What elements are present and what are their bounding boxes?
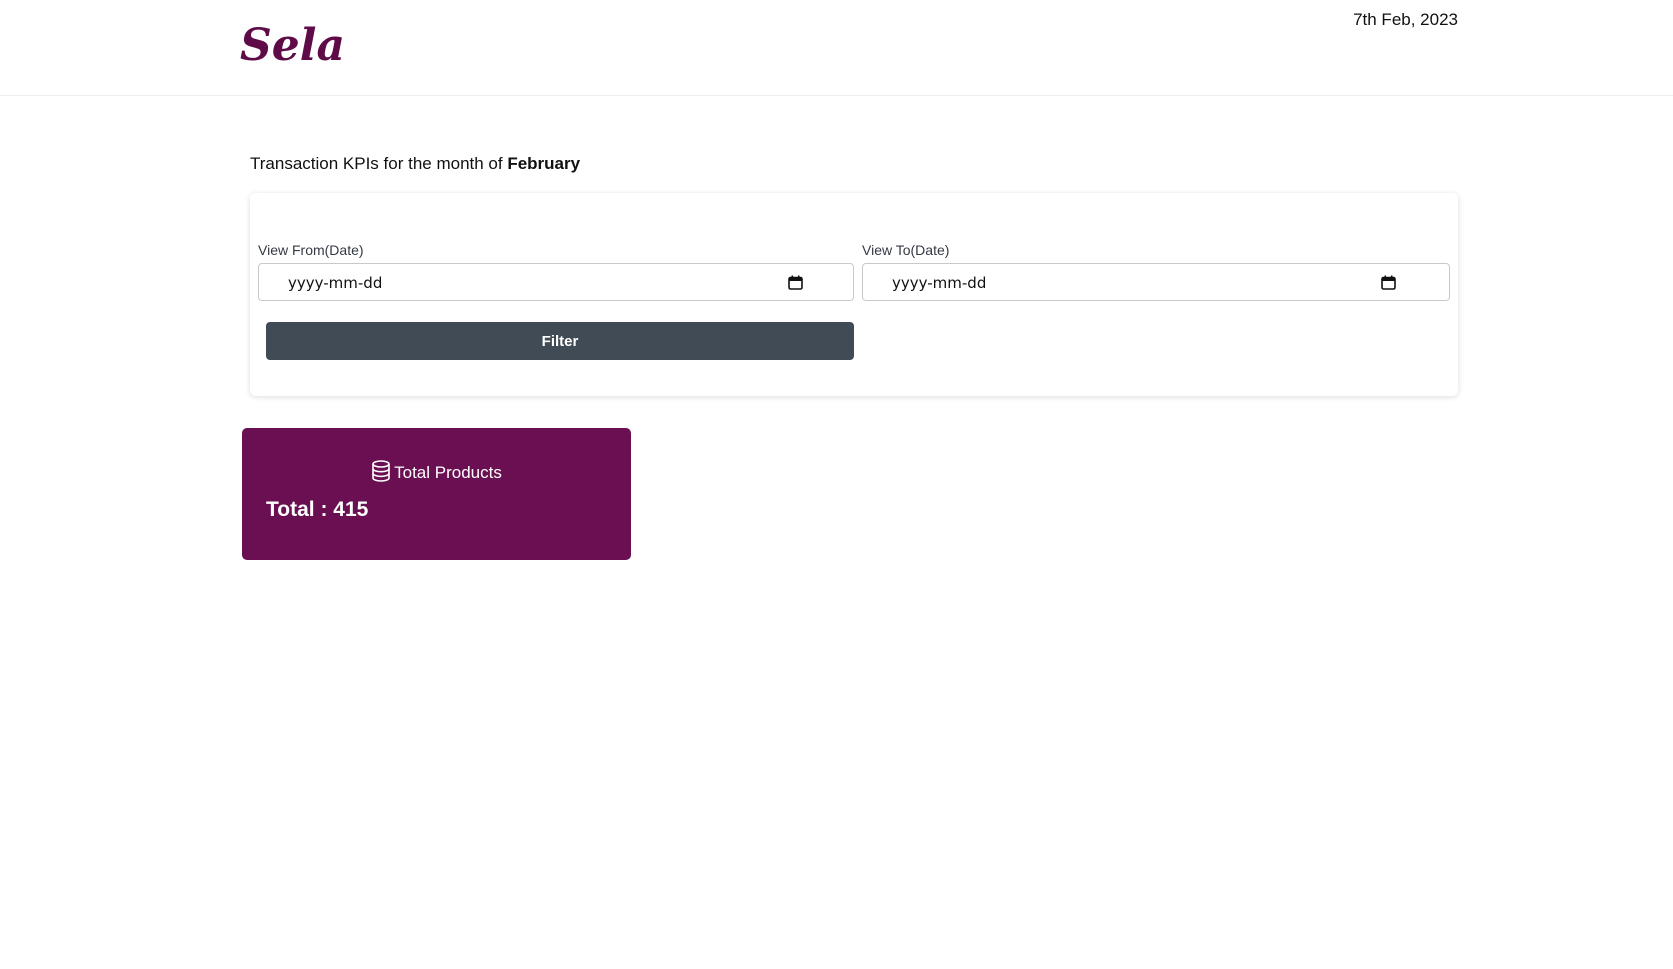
top-header: Selar 7th Feb, 2023 — [0, 0, 1673, 96]
filter-button[interactable]: Filter — [266, 322, 854, 360]
total-products-value: Total : 415 — [266, 498, 369, 521]
header-date: 7th Feb, 2023 — [1353, 10, 1458, 29]
selar-logo[interactable]: Selar — [240, 20, 344, 70]
view-from-date-value: yyyy-mm-dd — [288, 274, 383, 292]
total-products-title: Total Products — [394, 463, 502, 482]
calendar-icon[interactable] — [1381, 275, 1396, 290]
view-to-date-input[interactable]: yyyy-mm-dd — [862, 263, 1450, 301]
kpi-heading-month: February — [507, 154, 581, 173]
total-products-card: Total Products Total : 415 — [242, 428, 631, 560]
view-from-date-input[interactable]: yyyy-mm-dd — [258, 263, 854, 301]
view-to-label: View To(Date) — [862, 242, 950, 258]
kpi-heading-prefix: Transaction KPIs for the month of — [250, 154, 508, 173]
calendar-icon[interactable] — [788, 275, 803, 290]
view-from-label: View From(Date) — [258, 242, 364, 258]
total-products-title-row: Total Products — [242, 460, 631, 483]
logo-wordmark: Selar — [240, 20, 344, 70]
date-filter-card: View From(Date) yyyy-mm-dd View To(Date)… — [250, 193, 1458, 396]
database-icon — [372, 460, 390, 482]
view-to-date-value: yyyy-mm-dd — [892, 274, 987, 292]
svg-text:Selar: Selar — [240, 20, 344, 70]
kpi-heading: Transaction KPIs for the month of Februa… — [250, 154, 580, 174]
